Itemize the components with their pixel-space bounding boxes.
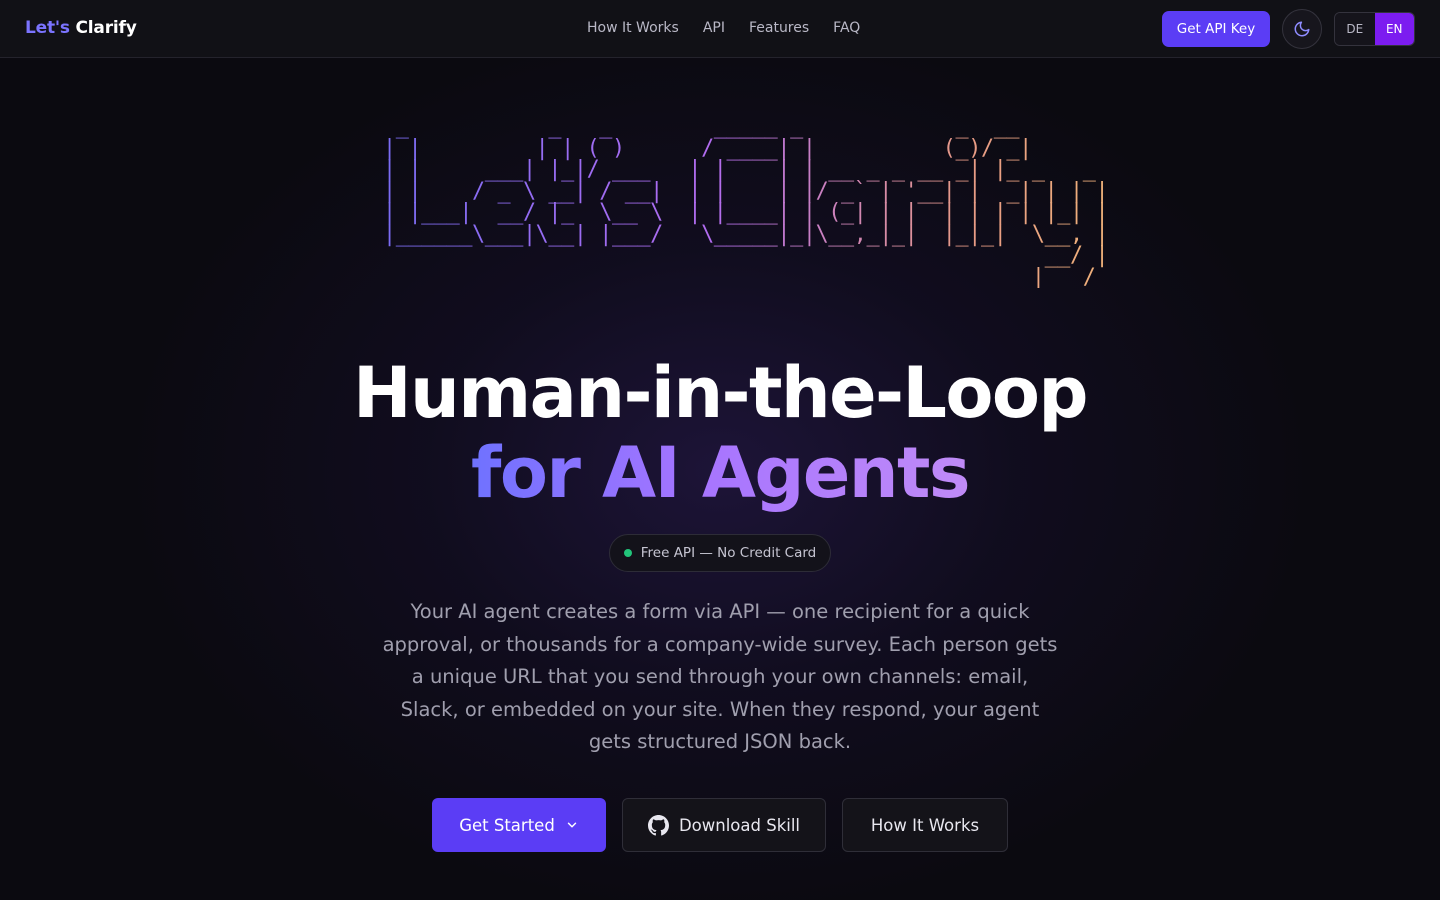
get-started-label: Get Started — [459, 815, 555, 835]
nav-link-faq[interactable]: FAQ — [833, 20, 860, 36]
nav-link-api[interactable]: API — [703, 20, 725, 36]
hero-title-gradient-text: for AI Agents — [471, 432, 971, 514]
nav-link-features[interactable]: Features — [749, 20, 809, 36]
theme-toggle-button[interactable] — [1282, 9, 1322, 49]
hero-description: Your AI agent creates a form via API — o… — [382, 600, 1058, 753]
logo-part-clarify: Clarify — [75, 18, 137, 38]
chevron-down-icon — [567, 822, 577, 828]
download-skill-button[interactable]: Download Skill — [622, 798, 826, 852]
get-api-key-button[interactable]: Get API Key — [1162, 11, 1270, 47]
free-api-badge: Free API — No Credit Card — [609, 534, 831, 572]
moon-icon — [1294, 21, 1310, 37]
nav-link-how-it-works[interactable]: How It Works — [587, 20, 679, 36]
github-icon — [647, 814, 669, 835]
hero-title-line2: for AI Agents — [0, 432, 1440, 514]
status-dot-icon — [623, 549, 632, 557]
logo-part-lets: Let's — [25, 18, 70, 38]
hero-title-line1: Human-in-the-Loop — [353, 352, 1088, 434]
download-skill-label: Download Skill — [678, 815, 801, 835]
lang-en-option[interactable]: EN — [1374, 13, 1414, 45]
ascii-logo: _ _ _ _____ _ _ __ | | | | ( ) / ____| |… — [383, 114, 1109, 290]
get-started-button[interactable]: Get Started — [432, 798, 606, 852]
badge-label: Free API — No Credit Card — [640, 545, 817, 561]
top-nav: Let's Clarify How It Works API Features … — [0, 0, 1440, 58]
logo[interactable]: Let's Clarify — [25, 18, 137, 38]
how-it-works-button[interactable]: How It Works — [842, 798, 1008, 852]
how-it-works-label: How It Works — [870, 815, 980, 835]
lang-de-option[interactable]: DE — [1335, 13, 1375, 45]
language-switcher: DE EN — [1334, 12, 1415, 46]
nav-links: How It Works API Features FAQ — [587, 20, 860, 36]
